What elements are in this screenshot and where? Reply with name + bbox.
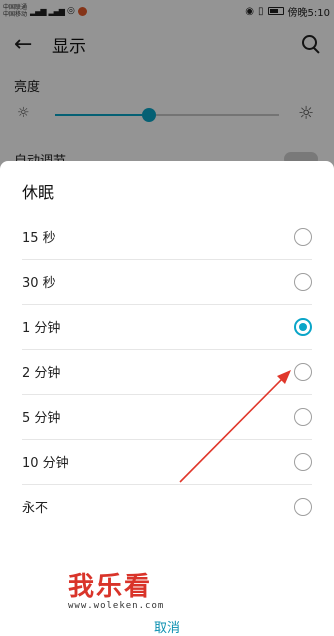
option-label: 15 秒: [22, 231, 56, 246]
sleep-dialog: 休眠 15 秒 30 秒 1 分钟 2 分钟 5 分钟 10 分钟 永不 取消: [0, 161, 334, 636]
radio-button-checked-icon[interactable]: [294, 317, 312, 336]
sleep-option-30s[interactable]: 30 秒: [0, 259, 334, 304]
sleep-option-5min[interactable]: 5 分钟: [0, 394, 334, 439]
option-label: 2 分钟: [22, 366, 61, 381]
watermark: 我乐看 www.woleken.com: [68, 566, 164, 611]
sleep-option-never[interactable]: 永不: [0, 484, 334, 529]
radio-button-icon[interactable]: [294, 452, 312, 471]
dialog-title: 休眠: [22, 183, 55, 202]
option-label: 1 分钟: [22, 321, 61, 336]
sleep-option-2min[interactable]: 2 分钟: [0, 349, 334, 394]
radio-button-icon[interactable]: [294, 227, 312, 246]
watermark-logo: 我乐看: [68, 572, 153, 602]
sleep-option-10min[interactable]: 10 分钟: [0, 439, 334, 484]
radio-button-icon[interactable]: [294, 362, 312, 381]
option-label: 5 分钟: [22, 411, 61, 426]
radio-button-icon[interactable]: [294, 407, 312, 426]
option-label: 30 秒: [22, 276, 56, 291]
cancel-button[interactable]: 取消: [0, 616, 334, 636]
sleep-option-15s[interactable]: 15 秒: [0, 214, 334, 259]
watermark-url: www.woleken.com: [68, 601, 165, 611]
radio-button-icon[interactable]: [294, 272, 312, 291]
option-label: 永不: [22, 501, 49, 516]
option-label: 10 分钟: [22, 456, 69, 471]
radio-button-icon[interactable]: [294, 497, 312, 516]
sleep-option-1min[interactable]: 1 分钟: [0, 304, 334, 349]
